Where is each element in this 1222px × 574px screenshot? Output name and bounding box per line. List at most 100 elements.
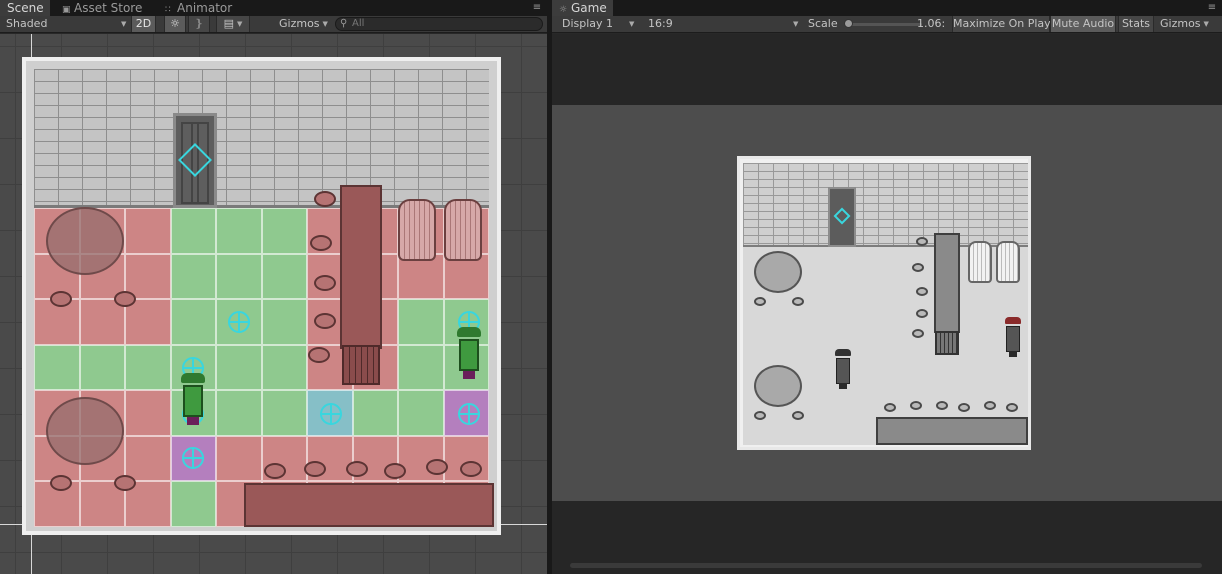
round-table: [46, 397, 124, 465]
detective-character: [832, 349, 854, 389]
long-bar-counter: [244, 483, 494, 527]
round-table: [754, 251, 802, 293]
panel-menu-icon[interactable]: ≡: [1206, 2, 1218, 14]
waypoint-target-icon: [458, 403, 480, 425]
stool: [1006, 403, 1018, 412]
coat: [183, 385, 203, 417]
armchair: [444, 199, 482, 261]
effects-dropdown[interactable]: ▤ ▼: [216, 16, 250, 32]
game-viewport[interactable]: [552, 34, 1222, 574]
stool: [314, 191, 336, 207]
image-icon: ▤: [223, 17, 234, 30]
scale-slider-track[interactable]: [847, 23, 922, 26]
horizontal-scrollbar[interactable]: [570, 563, 1202, 568]
speaker-icon: ❵: [194, 17, 204, 30]
game-panel: ☼ Game ≡ Display 1 ▼ 16:9 ▼ Scale 1.06: M…: [552, 0, 1222, 574]
scene-room: [22, 57, 501, 535]
tab-game[interactable]: ☼ Game: [552, 0, 613, 16]
sun-icon: ☼: [170, 17, 180, 30]
grid-cell: [79, 299, 125, 345]
brick-wall: [34, 69, 489, 208]
game-toolbar: Display 1 ▼ 16:9 ▼ Scale 1.06: Maximize …: [552, 16, 1222, 33]
armchair: [398, 199, 436, 261]
grid-cell: [398, 344, 444, 390]
stool: [910, 401, 922, 410]
round-table: [754, 365, 802, 407]
stool: [916, 309, 928, 318]
game-tabstrip: ☼ Game ≡: [552, 0, 1222, 16]
mute-audio-toggle[interactable]: Mute Audio: [1050, 16, 1116, 32]
npc-character: [1002, 317, 1024, 357]
panel-menu-icon[interactable]: ≡: [531, 2, 543, 14]
stool: [308, 347, 330, 363]
stool: [912, 329, 924, 338]
coat: [1006, 326, 1020, 352]
brick-wall: [743, 163, 1028, 247]
tab-animator[interactable]: ∷ Animator: [158, 0, 238, 16]
long-bar-counter: [876, 417, 1028, 445]
grid-cell: [216, 344, 262, 390]
grid-cell: [261, 344, 307, 390]
chevron-down-icon: ▼: [793, 20, 799, 28]
round-table: [46, 207, 124, 275]
chevron-down-icon: ▼: [629, 20, 635, 28]
stool: [936, 401, 948, 410]
grid-cell: [216, 208, 262, 254]
stool: [912, 263, 924, 272]
scale-label: Scale: [808, 17, 838, 30]
hierarchy-search-input[interactable]: ⚲ All: [335, 17, 543, 31]
stool: [384, 463, 406, 479]
stool: [916, 237, 928, 246]
bar-counter: [340, 185, 382, 349]
shading-mode-dropdown[interactable]: Shaded ▼: [6, 16, 126, 32]
display-dropdown[interactable]: Display 1 ▼: [562, 16, 634, 32]
hat: [181, 373, 205, 383]
stats-toggle[interactable]: Stats: [1118, 16, 1154, 32]
chevron-down-icon: ▼: [1203, 20, 1209, 28]
grid-cell: [398, 299, 444, 345]
stool: [884, 403, 896, 412]
scene-panel: Scene ▣ Asset Store ∷ Animator ≡ Shaded ▼ …: [0, 0, 547, 574]
crate: [935, 331, 959, 355]
aspect-ratio-dropdown[interactable]: 16:9 ▼: [648, 16, 798, 32]
gizmos-dropdown[interactable]: Gizmos ▼: [279, 16, 329, 32]
search-icon: ⚲: [340, 18, 348, 29]
waypoint-target-icon: [320, 403, 342, 425]
scene-tabstrip: Scene ▣ Asset Store ∷ Animator ≡: [0, 0, 547, 16]
stool: [114, 475, 136, 491]
grid-cell: [170, 299, 216, 345]
hat: [457, 327, 481, 337]
grid-cell: [170, 208, 216, 254]
stool: [792, 297, 804, 306]
grid-cell: [170, 253, 216, 299]
coat: [459, 339, 479, 371]
stool: [754, 411, 766, 420]
grid-cell: [216, 435, 262, 481]
legs: [1009, 351, 1017, 357]
mode-2d-toggle[interactable]: 2D: [131, 16, 156, 32]
waypoint-target-icon: [182, 447, 204, 469]
audio-toggle[interactable]: ❵: [188, 16, 210, 32]
npc-character: [454, 327, 484, 379]
chevron-down-icon: ▼: [322, 20, 328, 28]
grid-cell: [261, 299, 307, 345]
grid-cell: [216, 390, 262, 436]
chevron-down-icon: ▼: [237, 20, 243, 28]
stool: [346, 461, 368, 477]
gizmos-dropdown[interactable]: Gizmos ▼: [1160, 16, 1216, 32]
hat: [1005, 317, 1021, 324]
scale-slider-thumb[interactable]: [844, 19, 853, 28]
grid-cell: [79, 344, 125, 390]
game-room: [737, 156, 1031, 450]
grid-cell: [125, 344, 171, 390]
grid-cell: [125, 208, 171, 254]
stool: [304, 461, 326, 477]
grid-cell: [216, 253, 262, 299]
maximize-on-play-toggle[interactable]: Maximize On Play: [952, 16, 1051, 32]
grid-cell: [34, 344, 80, 390]
tab-scene[interactable]: Scene: [0, 0, 50, 16]
tab-asset-store[interactable]: ▣ Asset Store: [55, 0, 148, 16]
lighting-toggle[interactable]: ☼: [164, 16, 186, 32]
scene-viewport[interactable]: [0, 34, 547, 574]
grid-cell: [261, 390, 307, 436]
